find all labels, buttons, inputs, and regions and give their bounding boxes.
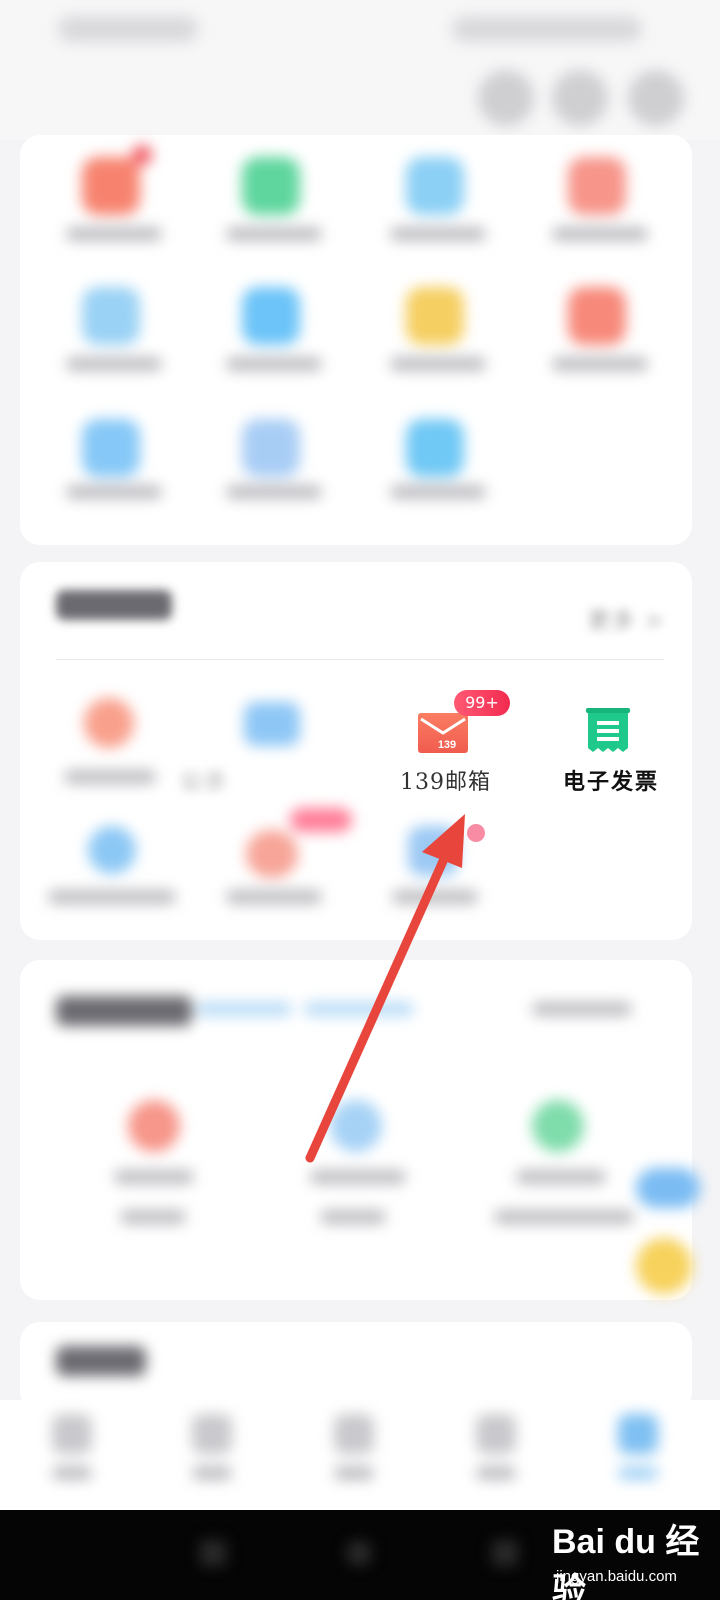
grid-app-label xyxy=(390,227,486,241)
grid-app-icon[interactable] xyxy=(406,287,464,345)
grid-app-icon[interactable] xyxy=(242,287,300,345)
invoice-label[interactable]: 电子发票 xyxy=(563,764,659,796)
service-app-icon[interactable] xyxy=(246,830,298,878)
recommend-sub xyxy=(120,1210,186,1224)
section-title xyxy=(56,996,192,1026)
mail-badge: 99+ xyxy=(454,690,510,716)
grid-app-icon[interactable] xyxy=(242,419,300,477)
grid-app-label xyxy=(66,485,162,499)
tab-label xyxy=(192,1466,232,1480)
service-app-label: 公示 xyxy=(180,770,229,795)
search-bar[interactable] xyxy=(452,16,642,42)
grid-app-icon[interactable] xyxy=(82,157,140,215)
service-app-label xyxy=(48,890,176,904)
svg-text:139: 139 xyxy=(438,739,456,751)
grid-app-icon[interactable] xyxy=(568,157,626,215)
tab-icon[interactable] xyxy=(192,1414,232,1454)
recommend-sub xyxy=(320,1210,386,1224)
service-app-icon[interactable] xyxy=(88,826,136,874)
tab-bar xyxy=(0,1400,720,1510)
watermark-brand: Bai du 经验 xyxy=(552,1523,700,1600)
more-link[interactable]: 更多 > xyxy=(588,603,665,635)
service-app-label xyxy=(392,890,478,904)
mail-icon[interactable]: 139 xyxy=(418,713,468,753)
recommend-icon[interactable] xyxy=(128,1100,180,1152)
grid-app-icon[interactable] xyxy=(82,419,140,477)
grid-app-icon[interactable] xyxy=(242,157,300,215)
bottom-card xyxy=(20,1322,692,1412)
grid-app-label xyxy=(390,485,486,499)
invoice-icon[interactable] xyxy=(585,708,631,754)
service-icon[interactable] xyxy=(552,70,608,126)
tab-label xyxy=(52,1466,92,1480)
quick-grid-card xyxy=(20,135,692,545)
message-icon[interactable] xyxy=(628,70,684,126)
recommend-label xyxy=(516,1170,606,1184)
tab-icon[interactable] xyxy=(476,1414,516,1454)
nav-menu-icon[interactable] xyxy=(200,1540,226,1566)
mail-label[interactable]: 139邮箱 xyxy=(400,764,491,796)
recommend-label xyxy=(114,1170,194,1184)
location-selector[interactable] xyxy=(58,16,198,42)
tab-icon[interactable] xyxy=(334,1414,374,1454)
top-bar xyxy=(0,0,720,140)
grid-app-icon[interactable] xyxy=(406,157,464,215)
float-widget[interactable] xyxy=(636,1168,700,1208)
grid-app-label xyxy=(66,357,162,371)
divider xyxy=(56,659,664,660)
service-app-icon[interactable] xyxy=(244,702,300,746)
service-app-label xyxy=(64,770,156,784)
baidu-watermark: Bai du 经验 jingyan.baidu.com xyxy=(548,1500,718,1600)
grid-app-label xyxy=(226,485,322,499)
grid-app-icon[interactable] xyxy=(568,287,626,345)
tab-label xyxy=(334,1466,374,1480)
points-badge xyxy=(290,808,352,832)
float-widget[interactable] xyxy=(636,1238,692,1294)
grid-app-label xyxy=(226,357,322,371)
nav-home-icon[interactable] xyxy=(346,1540,372,1566)
tab-home-icon[interactable] xyxy=(52,1414,92,1454)
watermark-url: jingyan.baidu.com xyxy=(556,1568,677,1585)
service-app-label xyxy=(226,890,322,904)
grid-app-label xyxy=(552,227,648,241)
recommend-card xyxy=(20,960,692,1300)
recommend-label xyxy=(310,1170,406,1184)
grid-app-label xyxy=(226,227,322,241)
section-title xyxy=(56,1346,146,1376)
grid-app-label xyxy=(66,227,162,241)
tab-icon[interactable] xyxy=(618,1414,658,1454)
service-app-icon[interactable] xyxy=(84,698,134,748)
notification-dot xyxy=(132,145,152,165)
tab-label xyxy=(618,1466,658,1480)
grid-app-label xyxy=(390,357,486,371)
grid-app-label xyxy=(552,357,648,371)
service-app-icon[interactable] xyxy=(408,826,458,876)
scan-icon[interactable] xyxy=(478,70,534,126)
section-title xyxy=(56,590,172,620)
recommend-icon[interactable] xyxy=(532,1100,584,1152)
tag[interactable] xyxy=(196,1002,292,1016)
grid-app-icon[interactable] xyxy=(406,419,464,477)
tab-label xyxy=(476,1466,516,1480)
recommend-sub xyxy=(494,1210,634,1224)
recommend-icon[interactable] xyxy=(330,1100,382,1152)
nav-back-icon[interactable] xyxy=(492,1540,518,1566)
more-link[interactable] xyxy=(532,1002,632,1016)
tag[interactable] xyxy=(304,1002,414,1016)
grid-app-icon[interactable] xyxy=(82,287,140,345)
